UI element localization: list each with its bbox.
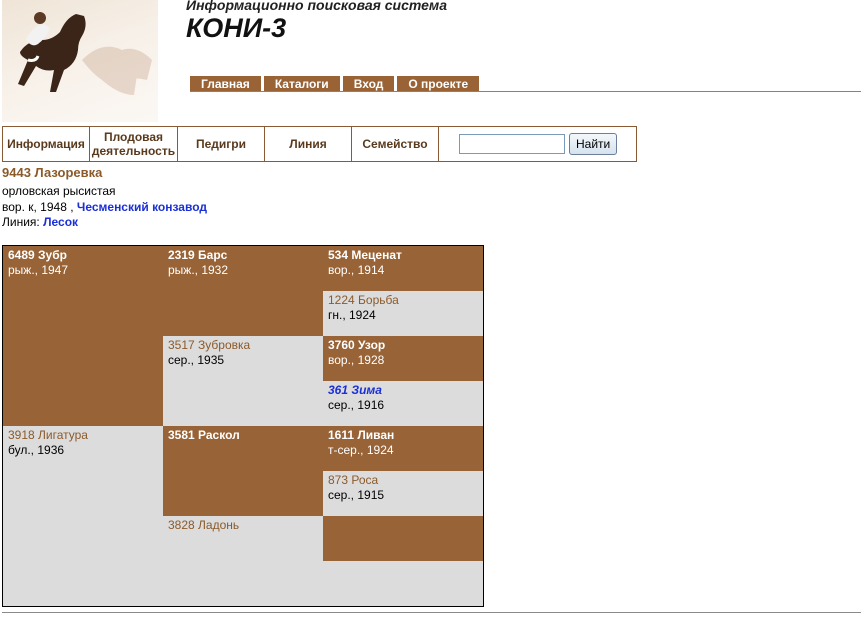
- horse-details: вор. к, 1948 , Чесменский конзавод: [2, 200, 207, 214]
- top-navigation: Главная Каталоги Вход О проекте: [190, 76, 480, 92]
- horse-line: Линия: Лесок: [2, 215, 78, 229]
- pedigree-g3-6[interactable]: 873 Роса сер., 1915: [323, 471, 483, 516]
- pedigree-name: 3918 Лигатура: [8, 428, 88, 442]
- pedigree-name: 3760 Узор: [328, 338, 386, 352]
- pedigree-g3-7: [323, 516, 483, 561]
- footer-divider: [2, 612, 861, 613]
- tab-line[interactable]: Линия: [265, 127, 352, 161]
- nav-home[interactable]: Главная: [190, 76, 261, 92]
- pedigree-sire[interactable]: 6489 Зубр рыж., 1947: [3, 246, 163, 426]
- pedigree-info: гн., 1924: [328, 308, 376, 322]
- pedigree-sire-sire[interactable]: 2319 Барс рыж., 1932: [163, 246, 323, 336]
- nav-catalogs[interactable]: Каталоги: [263, 76, 340, 92]
- pedigree-name: 3828 Ладонь: [168, 518, 240, 532]
- logo-horse-jockey: [2, 0, 158, 122]
- pedigree-name: 3517 Зубровка: [168, 338, 251, 352]
- pedigree-table: 6489 Зубр рыж., 1947 3918 Лигатура бул.,…: [2, 245, 484, 607]
- nav-divider: [190, 91, 861, 92]
- pedigree-info: сер., 1916: [328, 398, 385, 412]
- horse-illustration: [18, 12, 152, 95]
- nav-about[interactable]: О проекте: [397, 76, 480, 92]
- site-title: КОНИ-3: [186, 13, 287, 43]
- tab-offspring[interactable]: Плодовая деятельность: [90, 127, 178, 161]
- pedigree-info: сер., 1915: [328, 488, 385, 502]
- pedigree-info: вор., 1914: [328, 263, 385, 277]
- horse-name: 9443 Лазоревка: [2, 165, 103, 180]
- pedigree-info: рыж., 1947: [8, 263, 69, 277]
- pedigree-info: рыж., 1932: [168, 263, 229, 277]
- horse-breed: орловская рысистая: [2, 184, 116, 198]
- search-area: Найти: [439, 127, 636, 161]
- pedigree-sire-dam[interactable]: 3517 Зубровка сер., 1935: [163, 336, 323, 426]
- pedigree-info: т-сер., 1924: [328, 443, 394, 457]
- pedigree-dam-dam[interactable]: 3828 Ладонь: [163, 516, 323, 606]
- tab-info[interactable]: Информация: [3, 127, 90, 161]
- pedigree-name: 2319 Барс: [168, 248, 228, 262]
- pedigree-name: 3581 Раскол: [168, 428, 240, 442]
- pedigree-g3-2[interactable]: 1224 Борьба гн., 1924: [323, 291, 483, 336]
- pedigree-dam-sire[interactable]: 3581 Раскол: [163, 426, 323, 516]
- pedigree-name: 1611 Ливан: [328, 428, 395, 442]
- search-input[interactable]: [459, 134, 565, 154]
- tab-family[interactable]: Семейство: [352, 127, 439, 161]
- line-link[interactable]: Лесок: [43, 215, 78, 229]
- stud-link[interactable]: Чесменский конзавод: [77, 200, 207, 214]
- tab-bar: Информация Плодовая деятельность Педигри…: [2, 126, 637, 162]
- pedigree-name: 534 Меценат: [328, 248, 402, 262]
- pedigree-name: 873 Роса: [328, 473, 379, 487]
- horse-details-text: вор. к, 1948 ,: [2, 200, 74, 214]
- pedigree-name: 1224 Борьба: [328, 293, 399, 307]
- search-button[interactable]: Найти: [569, 133, 618, 155]
- line-label: Линия:: [2, 215, 40, 229]
- tab-pedigree[interactable]: Педигри: [178, 127, 265, 161]
- pedigree-dam[interactable]: 3918 Лигатура бул., 1936: [3, 426, 163, 606]
- pedigree-name-link[interactable]: 361 Зима: [328, 383, 382, 397]
- pedigree-g3-1[interactable]: 534 Меценат вор., 1914: [323, 246, 483, 291]
- pedigree-g3-4[interactable]: 361 Зима сер., 1916: [323, 381, 483, 426]
- pedigree-info: сер., 1935: [168, 353, 225, 367]
- pedigree-info: вор., 1928: [328, 353, 385, 367]
- pedigree-g3-3[interactable]: 3760 Узор вор., 1928: [323, 336, 483, 381]
- pedigree-g3-5[interactable]: 1611 Ливан т-сер., 1924: [323, 426, 483, 471]
- site-subtitle: Информационно поисковая система: [186, 0, 448, 13]
- pedigree-name: 6489 Зубр: [8, 248, 67, 262]
- pedigree-info: бул., 1936: [8, 443, 65, 457]
- nav-login[interactable]: Вход: [342, 76, 395, 92]
